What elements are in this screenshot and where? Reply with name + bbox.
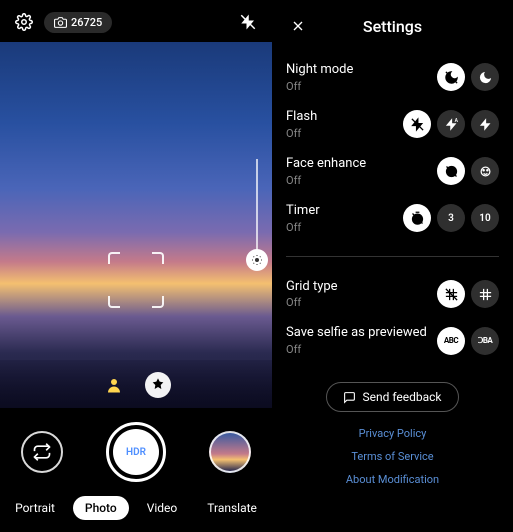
row-timer: TimerOff 3 10 <box>286 195 499 242</box>
night-value: Off <box>286 80 437 93</box>
sun-icon <box>251 254 263 266</box>
selfie-normal-button[interactable]: ABC <box>437 327 465 355</box>
night-on-icon[interactable] <box>471 63 499 91</box>
shutter-button[interactable]: HDR <box>106 422 166 482</box>
lens-icon[interactable] <box>145 372 171 398</box>
link-terms[interactable]: Terms of Service <box>286 445 499 468</box>
row-night-mode: Night modeOff <box>286 54 499 101</box>
svg-text:A: A <box>454 118 458 124</box>
settings-header: Settings <box>286 8 499 54</box>
camera-topbar: 26725 <box>0 0 272 42</box>
switch-camera-button[interactable] <box>21 431 63 473</box>
grid-label: Grid type <box>286 279 437 296</box>
row-save-selfie: Save selfie as previewedOff ABC ↃBA <box>286 317 499 364</box>
viewfinder-scene <box>0 42 272 408</box>
face-off-icon[interactable] <box>437 157 465 185</box>
gallery-thumbnail[interactable] <box>209 431 251 473</box>
switch-icon <box>32 442 52 462</box>
exposure-slider[interactable] <box>256 159 258 269</box>
flash-toggle-icon[interactable] <box>234 8 262 36</box>
timer-10-button[interactable]: 10 <box>471 204 499 232</box>
shot-count-value: 26725 <box>71 16 102 29</box>
face-label: Face enhance <box>286 156 437 173</box>
night-label: Night mode <box>286 62 437 79</box>
flash-off-icon[interactable] <box>403 110 431 138</box>
shutter-label: HDR <box>126 447 146 458</box>
face-value: Off <box>286 174 437 187</box>
flash-value: Off <box>286 127 403 140</box>
timer-3-button[interactable]: 3 <box>437 204 465 232</box>
settings-title: Settings <box>286 17 499 36</box>
send-feedback-button[interactable]: Send feedback <box>326 382 458 412</box>
flash-auto-icon[interactable]: A <box>437 110 465 138</box>
timer-off-icon[interactable] <box>403 204 431 232</box>
mode-video[interactable]: Video <box>135 496 190 520</box>
viewfinder[interactable] <box>0 42 272 408</box>
settings-gear-icon[interactable] <box>10 8 38 36</box>
divider <box>286 256 499 257</box>
flash-on-icon[interactable] <box>471 110 499 138</box>
row-grid-type: Grid typeOff <box>286 271 499 318</box>
settings-panel: Settings Night modeOff FlashOff A Face e… <box>272 0 513 532</box>
mode-photo[interactable]: Photo <box>73 496 129 520</box>
camera-pane: 26725 <box>0 0 272 532</box>
link-privacy[interactable]: Privacy Policy <box>286 422 499 445</box>
night-off-icon[interactable] <box>437 63 465 91</box>
shot-counter[interactable]: 26725 <box>44 12 112 33</box>
face-icon[interactable] <box>101 372 127 398</box>
row-face-enhance: Face enhanceOff <box>286 148 499 195</box>
timer-label: Timer <box>286 203 403 220</box>
chat-icon <box>343 391 356 404</box>
feedback-label: Send feedback <box>362 390 441 404</box>
selfie-label: Save selfie as previewed <box>286 325 437 342</box>
flash-label: Flash <box>286 109 403 126</box>
exposure-knob[interactable] <box>246 249 268 271</box>
selfie-value: Off <box>286 343 437 356</box>
mode-portrait[interactable]: Portrait <box>3 496 67 520</box>
grid-off-icon[interactable] <box>437 280 465 308</box>
viewfinder-tools <box>0 372 272 398</box>
row-flash: FlashOff A <box>286 101 499 148</box>
grid-on-icon[interactable] <box>471 280 499 308</box>
camera-controls: HDR <box>0 408 272 486</box>
grid-value: Off <box>286 296 437 309</box>
focus-brackets <box>108 252 164 308</box>
mode-translate[interactable]: Translate <box>195 496 269 520</box>
camera-icon <box>54 16 67 29</box>
face-on-icon[interactable] <box>471 157 499 185</box>
selfie-mirror-button[interactable]: ↃBA <box>471 327 499 355</box>
footer-links: Privacy Policy Terms of Service About Mo… <box>286 422 499 491</box>
link-about[interactable]: About Modification <box>286 468 499 491</box>
mode-selector: Portrait Photo Video Translate <box>0 486 272 532</box>
timer-value: Off <box>286 221 403 234</box>
